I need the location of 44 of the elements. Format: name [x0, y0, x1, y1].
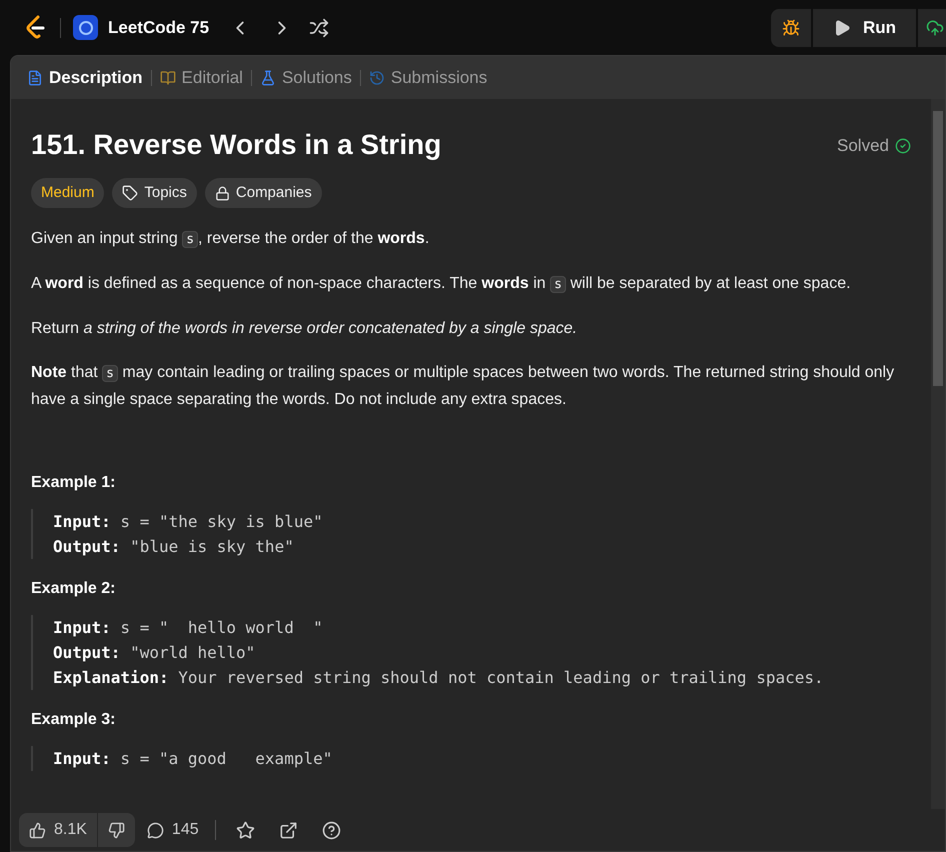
example-line: Input: s = "a good example" [53, 748, 334, 770]
description-paragraph: Note that s may contain leading or trailing spaces or multiple spaces between two words. The returned string should only have a single space separating the words. Do not include any extra spaces. [31, 363, 896, 410]
topics-button[interactable]: Topics [112, 178, 197, 208]
description-paragraph: Return a string of the words in reverse order concatenated by a single space. [31, 319, 578, 339]
example-heading: Example 1: [31, 473, 116, 493]
book-icon [160, 70, 176, 86]
tag-icon [122, 185, 138, 201]
scrollbar[interactable] [931, 99, 945, 809]
example-line: Input: s = " hello world " [53, 617, 324, 639]
example-line: Explanation: Your reversed string should not contain leading or trailing spaces. [53, 667, 825, 689]
panel-tab[interactable]: Submissions [368, 64, 488, 90]
example-line: Output: "blue is sky the" [53, 536, 295, 558]
shuffle-icon[interactable] [309, 18, 330, 38]
comments-button[interactable]: 145 [146, 818, 199, 842]
thumbs-down-icon [108, 822, 125, 838]
cloud-upload-icon [926, 18, 944, 36]
lock-icon [214, 186, 230, 200]
example-heading: Example 2: [31, 579, 116, 599]
panel-tab[interactable]: Editorial [160, 64, 243, 90]
study-plan-title[interactable]: LeetCode 75 [108, 14, 210, 40]
submit-button[interactable] [918, 8, 946, 46]
document-icon [27, 70, 43, 86]
debug-button[interactable] [770, 8, 811, 46]
star-icon[interactable] [236, 820, 255, 840]
study-plan-icon [73, 15, 98, 40]
bug-icon [782, 18, 800, 36]
panel-tab[interactable]: Description [27, 64, 143, 90]
problem-title: 151. Reverse Words in a String [31, 128, 442, 162]
companies-button[interactable]: Companies [204, 178, 322, 208]
thumbs-up-icon [29, 822, 46, 838]
example-line: Output: "world hello" [53, 642, 256, 664]
solved-status: Solved [837, 135, 889, 157]
panel-tab[interactable]: Solutions [260, 64, 352, 90]
description-paragraph: Given an input string s , reverse the order of the words. [31, 229, 430, 250]
flask-icon [260, 70, 276, 86]
share-icon[interactable] [278, 820, 298, 840]
difficulty-badge: Medium [31, 178, 104, 208]
run-button[interactable]: Run [812, 8, 916, 46]
example-line: Input: s = "the sky is blue" [53, 511, 324, 533]
history-icon [368, 70, 385, 86]
comment-icon [146, 822, 164, 838]
help-icon[interactable] [322, 820, 341, 840]
example-heading: Example 3: [31, 710, 116, 730]
description-paragraph: A word is defined as a sequence of non-space characters. The words in s will be separated by at least one space. [31, 274, 852, 295]
